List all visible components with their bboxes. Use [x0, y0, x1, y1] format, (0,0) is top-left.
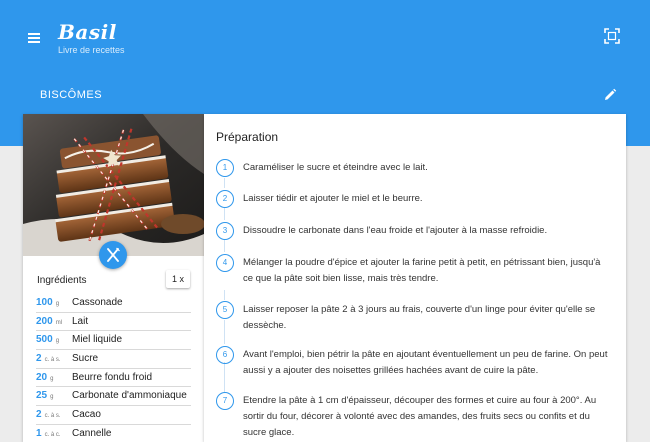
ingredient-name: Miel liquide	[72, 334, 123, 346]
step-text: Laisser reposer la pâte 2 à 3 jours au f…	[243, 304, 596, 331]
fork-knife-icon[interactable]	[99, 241, 127, 269]
step-text: Etendre la pâte à 1 cm d'épaisseur, déco…	[243, 395, 597, 438]
ingredient-name: Lait	[72, 315, 89, 327]
ingredient-qty: 2 c. à s.	[36, 409, 61, 421]
servings-button[interactable]: 1 x	[166, 270, 190, 288]
step-connector	[224, 208, 225, 220]
ingredient-row: 2 c. à s. Cacao	[36, 406, 191, 425]
ingredients-list: 100 g Cassonade 200 ml Lait 500 g Miel liqu…	[36, 294, 191, 442]
ingredient-qty: 20 g	[36, 371, 54, 383]
ingredient-qty: 1 c. à c.	[36, 427, 61, 439]
step-connector	[224, 240, 225, 252]
recipe-title: BISCÔMES	[40, 89, 103, 101]
pencil-icon[interactable]	[603, 88, 617, 102]
ingredient-row: 2 c. à s. Sucre	[36, 350, 191, 369]
step-text: Laisser tiédir et ajouter le miel et le …	[243, 193, 423, 204]
step-text: Dissoudre le carbonate dans l'eau froide…	[243, 225, 548, 236]
step-connector	[224, 290, 225, 300]
ingredient-qty: 500 g	[36, 334, 60, 346]
step-connector	[224, 320, 225, 344]
step-number: 2	[216, 190, 234, 208]
ingredient-row: 25 g Carbonate d'ammoniaque	[36, 387, 191, 407]
app-title: Basil	[58, 20, 117, 44]
ingredient-row: 200 ml Lait	[36, 313, 191, 332]
step-number: 7	[216, 392, 234, 410]
step-number: 5	[216, 301, 234, 319]
ingredient-name: Carbonate d'ammoniaque	[72, 390, 187, 402]
ingredient-row: 20 g Beurre fondu froid	[36, 369, 191, 388]
step-text: Mélanger la poudre d'épice et ajouter la…	[243, 257, 601, 284]
fullscreen-icon[interactable]	[604, 28, 620, 44]
step-text: Avant l'emploi, bien pétrir la pâte en a…	[243, 349, 608, 376]
preparation-heading: Préparation	[216, 130, 279, 144]
ingredient-name: Beurre fondu froid	[72, 371, 153, 383]
ingredient-name: Cacao	[72, 409, 101, 421]
step-number: 6	[216, 346, 234, 364]
ingredients-heading: Ingrédients	[37, 275, 87, 286]
ingredient-name: Cannelle	[72, 427, 112, 439]
step-number: 4	[216, 254, 234, 272]
ingredient-name: Cassonade	[72, 297, 123, 308]
ingredient-name: Sucre	[72, 353, 99, 365]
ingredient-row: 500 g Miel liquide	[36, 331, 191, 351]
ingredient-qty: 200 ml	[36, 315, 63, 327]
ingredient-qty: 25 g	[36, 390, 54, 402]
preparation-card: Préparation 1 Caraméliser le sucre et ét…	[204, 114, 626, 442]
step-text: Caraméliser le sucre et éteindre avec le…	[243, 162, 428, 173]
ingredient-qty: 100 g	[36, 297, 60, 308]
app-subtitle: Livre de recettes	[58, 45, 125, 55]
step-number: 1	[216, 159, 234, 177]
menu-icon[interactable]	[28, 31, 42, 43]
step-number: 3	[216, 222, 234, 240]
ingredient-row: 1 c. à c. Cannelle	[36, 425, 191, 442]
step-connector	[224, 178, 225, 188]
ingredient-qty: 2 c. à s.	[36, 353, 61, 365]
ingredient-row: 100 g Cassonade	[36, 294, 191, 313]
recipe-photo	[23, 114, 204, 256]
step-connector	[224, 362, 225, 392]
